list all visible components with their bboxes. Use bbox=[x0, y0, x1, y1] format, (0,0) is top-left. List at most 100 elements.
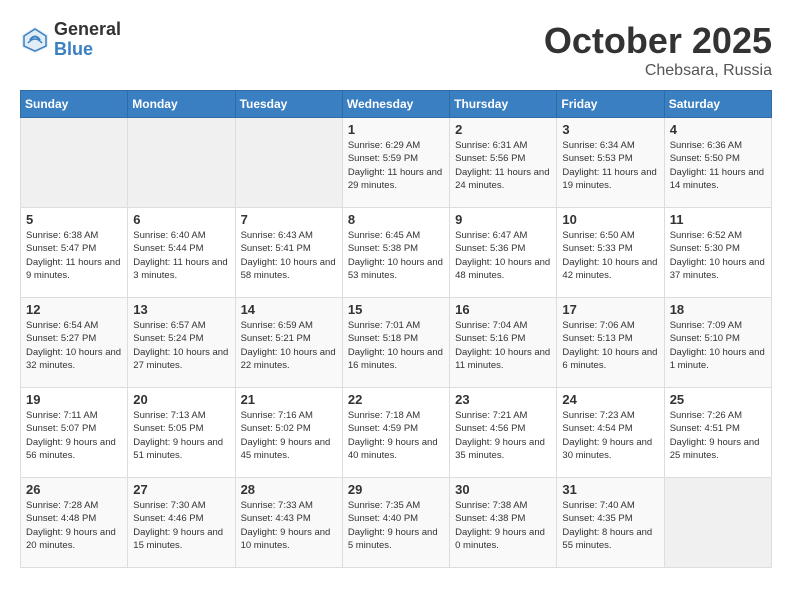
day-number: 11 bbox=[670, 212, 766, 227]
day-info: Sunrise: 7:09 AM Sunset: 5:10 PM Dayligh… bbox=[670, 319, 766, 372]
day-number: 29 bbox=[348, 482, 444, 497]
title-block: October 2025 Chebsara, Russia bbox=[544, 20, 772, 80]
day-info: Sunrise: 6:31 AM Sunset: 5:56 PM Dayligh… bbox=[455, 139, 551, 192]
calendar-cell: 9Sunrise: 6:47 AM Sunset: 5:36 PM Daylig… bbox=[450, 208, 557, 298]
weekday-header: Wednesday bbox=[342, 91, 449, 118]
calendar-week-row: 5 Sunrise: 6:38 AM Sunset: 5:47 PM Daylig… bbox=[21, 208, 772, 298]
day-info: Sunrise: 6:59 AM Sunset: 5:21 PM Dayligh… bbox=[241, 319, 337, 372]
weekday-header: Saturday bbox=[664, 91, 771, 118]
weekday-header: Monday bbox=[128, 91, 235, 118]
calendar-cell: 7 Sunrise: 6:43 AM Sunset: 5:41 PM Daylig… bbox=[235, 208, 342, 298]
calendar-cell: 23 Sunrise: 7:21 AM Sunset: 4:56 PM Dayli… bbox=[450, 388, 557, 478]
day-number: 17 bbox=[562, 302, 658, 317]
day-number: 7 bbox=[241, 212, 337, 227]
day-info: Sunrise: 6:54 AM Sunset: 5:27 PM Dayligh… bbox=[26, 319, 122, 372]
day-number: 3 bbox=[562, 122, 658, 137]
calendar-week-row: 1Sunrise: 6:29 AM Sunset: 5:59 PM Daylig… bbox=[21, 118, 772, 208]
day-info: Sunrise: 7:38 AM Sunset: 4:38 PM Dayligh… bbox=[455, 499, 551, 552]
day-info: Sunrise: 6:38 AM Sunset: 5:47 PM Dayligh… bbox=[26, 229, 122, 282]
day-info: Sunrise: 6:29 AM Sunset: 5:59 PM Dayligh… bbox=[348, 139, 444, 192]
page-header: General Blue October 2025 Chebsara, Russ… bbox=[20, 20, 772, 80]
weekday-header: Thursday bbox=[450, 91, 557, 118]
calendar-cell: 20Sunrise: 7:13 AM Sunset: 5:05 PM Dayli… bbox=[128, 388, 235, 478]
day-number: 8 bbox=[348, 212, 444, 227]
logo-blue: Blue bbox=[54, 40, 121, 60]
day-number: 13 bbox=[133, 302, 229, 317]
day-number: 5 bbox=[26, 212, 122, 227]
day-number: 27 bbox=[133, 482, 229, 497]
day-info: Sunrise: 6:47 AM Sunset: 5:36 PM Dayligh… bbox=[455, 229, 551, 282]
calendar-cell bbox=[664, 478, 771, 568]
calendar-cell: 15 Sunrise: 7:01 AM Sunset: 5:18 PM Dayli… bbox=[342, 298, 449, 388]
day-info: Sunrise: 7:13 AM Sunset: 5:05 PM Dayligh… bbox=[133, 409, 229, 462]
month-title: October 2025 bbox=[544, 20, 772, 62]
day-info: Sunrise: 7:35 AM Sunset: 4:40 PM Dayligh… bbox=[348, 499, 444, 552]
day-number: 15 bbox=[348, 302, 444, 317]
calendar-cell: 14 Sunrise: 6:59 AM Sunset: 5:21 PM Dayli… bbox=[235, 298, 342, 388]
calendar-cell: 12 Sunrise: 6:54 AM Sunset: 5:27 PM Dayli… bbox=[21, 298, 128, 388]
day-info: Sunrise: 7:16 AM Sunset: 5:02 PM Dayligh… bbox=[241, 409, 337, 462]
day-number: 21 bbox=[241, 392, 337, 407]
calendar-cell: 3 Sunrise: 6:34 AM Sunset: 5:53 PM Daylig… bbox=[557, 118, 664, 208]
calendar-cell: 16Sunrise: 7:04 AM Sunset: 5:16 PM Dayli… bbox=[450, 298, 557, 388]
calendar-cell: 5 Sunrise: 6:38 AM Sunset: 5:47 PM Daylig… bbox=[21, 208, 128, 298]
weekday-row: SundayMondayTuesdayWednesdayThursdayFrid… bbox=[21, 91, 772, 118]
calendar-cell: 4 Sunrise: 6:36 AM Sunset: 5:50 PM Daylig… bbox=[664, 118, 771, 208]
calendar-cell: 8Sunrise: 6:45 AM Sunset: 5:38 PM Daylig… bbox=[342, 208, 449, 298]
calendar-body: 1Sunrise: 6:29 AM Sunset: 5:59 PM Daylig… bbox=[21, 118, 772, 568]
day-number: 26 bbox=[26, 482, 122, 497]
day-number: 23 bbox=[455, 392, 551, 407]
day-info: Sunrise: 6:57 AM Sunset: 5:24 PM Dayligh… bbox=[133, 319, 229, 372]
day-number: 22 bbox=[348, 392, 444, 407]
weekday-header: Sunday bbox=[21, 91, 128, 118]
day-number: 25 bbox=[670, 392, 766, 407]
calendar-cell bbox=[235, 118, 342, 208]
calendar-week-row: 12 Sunrise: 6:54 AM Sunset: 5:27 PM Dayli… bbox=[21, 298, 772, 388]
logo-icon bbox=[20, 25, 50, 55]
weekday-header: Tuesday bbox=[235, 91, 342, 118]
calendar-header: SundayMondayTuesdayWednesdayThursdayFrid… bbox=[21, 91, 772, 118]
day-number: 24 bbox=[562, 392, 658, 407]
day-info: Sunrise: 7:21 AM Sunset: 4:56 PM Dayligh… bbox=[455, 409, 551, 462]
calendar-cell: 1Sunrise: 6:29 AM Sunset: 5:59 PM Daylig… bbox=[342, 118, 449, 208]
day-info: Sunrise: 7:18 AM Sunset: 4:59 PM Dayligh… bbox=[348, 409, 444, 462]
calendar-cell: 31Sunrise: 7:40 AM Sunset: 4:35 PM Dayli… bbox=[557, 478, 664, 568]
calendar-cell: 24 Sunrise: 7:23 AM Sunset: 4:54 PM Dayli… bbox=[557, 388, 664, 478]
day-number: 18 bbox=[670, 302, 766, 317]
day-info: Sunrise: 6:40 AM Sunset: 5:44 PM Dayligh… bbox=[133, 229, 229, 282]
calendar-cell: 30 Sunrise: 7:38 AM Sunset: 4:38 PM Dayli… bbox=[450, 478, 557, 568]
day-info: Sunrise: 6:34 AM Sunset: 5:53 PM Dayligh… bbox=[562, 139, 658, 192]
logo-text: General Blue bbox=[54, 20, 121, 60]
calendar-week-row: 19Sunrise: 7:11 AM Sunset: 5:07 PM Dayli… bbox=[21, 388, 772, 478]
day-info: Sunrise: 6:52 AM Sunset: 5:30 PM Dayligh… bbox=[670, 229, 766, 282]
calendar-cell: 26Sunrise: 7:28 AM Sunset: 4:48 PM Dayli… bbox=[21, 478, 128, 568]
day-number: 14 bbox=[241, 302, 337, 317]
calendar-cell: 18 Sunrise: 7:09 AM Sunset: 5:10 PM Dayli… bbox=[664, 298, 771, 388]
calendar-cell: 10Sunrise: 6:50 AM Sunset: 5:33 PM Dayli… bbox=[557, 208, 664, 298]
day-number: 12 bbox=[26, 302, 122, 317]
calendar-cell: 28 Sunrise: 7:33 AM Sunset: 4:43 PM Dayli… bbox=[235, 478, 342, 568]
day-number: 2 bbox=[455, 122, 551, 137]
calendar-table: SundayMondayTuesdayWednesdayThursdayFrid… bbox=[20, 90, 772, 568]
day-info: Sunrise: 7:33 AM Sunset: 4:43 PM Dayligh… bbox=[241, 499, 337, 552]
day-number: 30 bbox=[455, 482, 551, 497]
day-number: 28 bbox=[241, 482, 337, 497]
day-info: Sunrise: 6:36 AM Sunset: 5:50 PM Dayligh… bbox=[670, 139, 766, 192]
calendar-week-row: 26Sunrise: 7:28 AM Sunset: 4:48 PM Dayli… bbox=[21, 478, 772, 568]
calendar-cell bbox=[21, 118, 128, 208]
logo-general: General bbox=[54, 20, 121, 40]
day-number: 19 bbox=[26, 392, 122, 407]
day-info: Sunrise: 7:23 AM Sunset: 4:54 PM Dayligh… bbox=[562, 409, 658, 462]
calendar-cell: 6 Sunrise: 6:40 AM Sunset: 5:44 PM Daylig… bbox=[128, 208, 235, 298]
day-info: Sunrise: 7:06 AM Sunset: 5:13 PM Dayligh… bbox=[562, 319, 658, 372]
day-info: Sunrise: 7:26 AM Sunset: 4:51 PM Dayligh… bbox=[670, 409, 766, 462]
day-info: Sunrise: 6:43 AM Sunset: 5:41 PM Dayligh… bbox=[241, 229, 337, 282]
day-number: 4 bbox=[670, 122, 766, 137]
weekday-header: Friday bbox=[557, 91, 664, 118]
day-info: Sunrise: 7:04 AM Sunset: 5:16 PM Dayligh… bbox=[455, 319, 551, 372]
day-number: 6 bbox=[133, 212, 229, 227]
day-info: Sunrise: 7:40 AM Sunset: 4:35 PM Dayligh… bbox=[562, 499, 658, 552]
day-info: Sunrise: 7:01 AM Sunset: 5:18 PM Dayligh… bbox=[348, 319, 444, 372]
calendar-cell: 29 Sunrise: 7:35 AM Sunset: 4:40 PM Dayli… bbox=[342, 478, 449, 568]
calendar-cell: 25 Sunrise: 7:26 AM Sunset: 4:51 PM Dayli… bbox=[664, 388, 771, 478]
